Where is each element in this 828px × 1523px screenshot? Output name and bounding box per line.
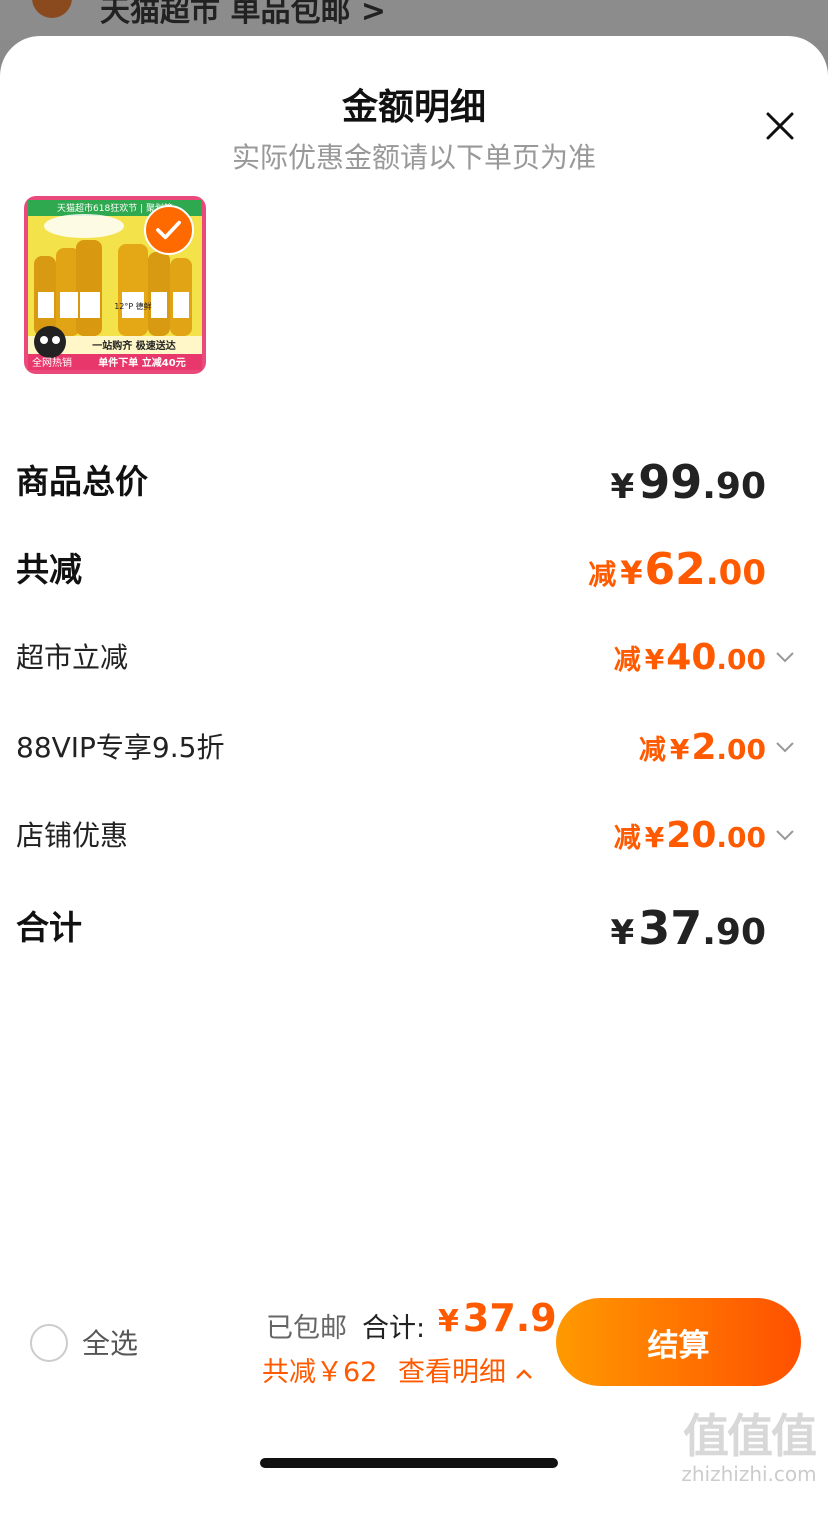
row-grand-total: 合计 ¥37.90 — [16, 898, 796, 958]
select-all-label[interactable]: 全选 — [82, 1322, 138, 1362]
row-store-discount[interactable]: 店铺优惠 减 ¥20.00 — [16, 806, 796, 866]
chevron-down-icon[interactable] — [774, 824, 796, 846]
selected-check-icon[interactable] — [144, 205, 194, 255]
total-label: 合计: — [362, 1313, 426, 1344]
thumb-hot-badge: 全网热销 — [32, 356, 72, 369]
view-detail-link[interactable]: 查看明细 — [398, 1350, 533, 1389]
row-label: 合计 — [16, 908, 82, 947]
row-amount: ¥99.90 — [610, 455, 766, 509]
row-label: 店铺优惠 — [16, 819, 129, 852]
background-page: 天猫超市 单品包邮 > — [0, 0, 828, 40]
total-value: ¥37.9 — [438, 1296, 557, 1340]
row-88vip-discount[interactable]: 88VIP专享9.5折 减 ¥2.00 — [16, 718, 796, 778]
watermark: 值值值 zhizhizhi.com — [676, 1400, 822, 1486]
sheet-title: 金额明细 — [341, 87, 486, 128]
shipping-text: 已包邮 — [266, 1313, 347, 1344]
sheet-subtitle: 实际优惠金额请以下单页为准 — [231, 141, 596, 174]
store-avatar — [32, 0, 72, 18]
chevron-down-icon[interactable] — [774, 646, 796, 668]
watermark-logo: 值值值 — [683, 1409, 817, 1463]
chevron-down-icon[interactable] — [774, 736, 796, 758]
row-label: 超市立减 — [16, 641, 129, 674]
row-supermarket-discount[interactable]: 超市立减 减 ¥40.00 — [16, 628, 796, 688]
background-title: 天猫超市 单品包邮 > — [100, 0, 387, 29]
thumb-bottle-label: 12°P 德鲜 — [114, 301, 152, 311]
row-amount: 减 ¥62.00 — [588, 544, 766, 595]
thumb-promo-badge: 单件下单 立减40元 — [98, 356, 185, 369]
row-amount: 减 ¥2.00 — [638, 727, 766, 768]
select-all-radio[interactable] — [30, 1324, 68, 1362]
row-total-discount: 共减 减 ¥62.00 — [16, 540, 796, 600]
row-label: 共减 — [16, 550, 82, 589]
saving-text: 共减￥62 — [262, 1357, 378, 1388]
thumb-promo-line: 一站购齐 极速送达 — [92, 339, 175, 352]
chevron-up-icon — [515, 1368, 532, 1379]
row-goods-total: 商品总价 ¥99.90 — [16, 452, 796, 512]
watermark-url: zhizhizhi.com — [681, 1462, 817, 1486]
home-indicator — [260, 1458, 558, 1468]
close-icon[interactable] — [760, 106, 800, 146]
checkout-button[interactable]: 结算 — [556, 1298, 801, 1386]
row-label: 商品总价 — [16, 462, 148, 501]
row-amount: ¥37.90 — [610, 901, 766, 955]
row-amount: 减 ¥20.00 — [613, 815, 766, 856]
row-amount: 减 ¥40.00 — [613, 637, 766, 678]
row-label: 88VIP专享9.5折 — [16, 731, 225, 764]
